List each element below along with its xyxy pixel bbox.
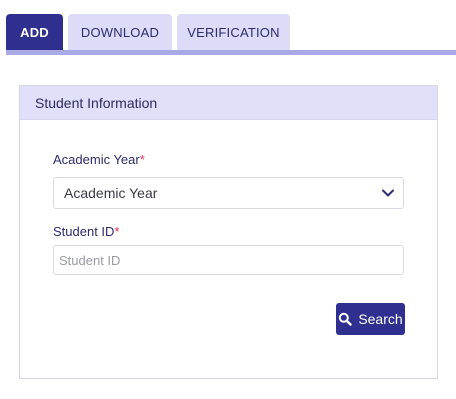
chevron-down-icon [382, 189, 394, 197]
required-mark: * [114, 224, 120, 239]
card-title: Student Information [20, 86, 437, 120]
tab-download[interactable]: DOWNLOAD [68, 14, 172, 50]
tab-verification[interactable]: VERIFICATION [177, 14, 290, 50]
tab-add[interactable]: ADD [6, 14, 63, 50]
academic-year-select-value: Academic Year [64, 185, 158, 201]
tab-bar: ADD DOWNLOAD VERIFICATION [6, 14, 456, 55]
student-id-label-text: Student ID [53, 224, 115, 239]
student-id-label: Student ID* [53, 224, 120, 239]
academic-year-label-text: Academic Year [53, 152, 140, 167]
academic-year-select[interactable]: Academic Year [53, 177, 404, 209]
student-information-card: Student Information Academic Year* Acade… [19, 85, 438, 379]
academic-year-label: Academic Year* [53, 152, 145, 167]
search-icon [339, 312, 353, 326]
student-id-input[interactable] [53, 245, 404, 275]
search-button-label: Search [358, 311, 403, 327]
search-button[interactable]: Search [336, 303, 405, 335]
required-mark: * [139, 152, 145, 167]
